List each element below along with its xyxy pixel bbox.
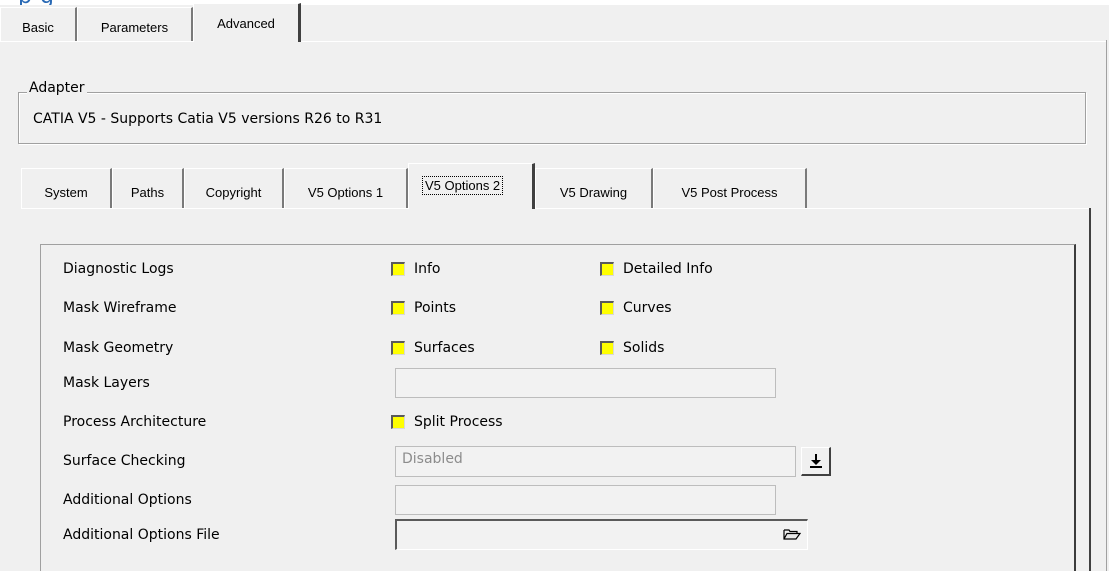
- label-mask-geometry: Mask Geometry: [63, 340, 174, 356]
- tab-parameters-label: Parameters: [100, 20, 169, 35]
- mask-layers-input[interactable]: [395, 368, 776, 398]
- checkbox-info[interactable]: Info: [391, 261, 441, 277]
- surface-checking-select[interactable]: Disabled: [395, 446, 796, 477]
- sub-tab-baseline-right: [535, 208, 1090, 209]
- checkbox-split-process-box[interactable]: [391, 415, 405, 429]
- tab-v5-post-process-label: V5 Post Process: [681, 185, 778, 200]
- cropped-header-sliver: p g: [0, 0, 1109, 5]
- checkbox-solids-label: Solids: [623, 340, 665, 356]
- adapter-legend: Adapter: [27, 80, 87, 96]
- checkbox-solids-box[interactable]: [600, 341, 614, 355]
- additional-options-file-input[interactable]: [395, 519, 808, 550]
- tab-basic[interactable]: Basic: [0, 7, 77, 41]
- tab-advanced-label: Advanced: [217, 16, 275, 31]
- checkbox-points[interactable]: Points: [391, 300, 456, 316]
- tab-paths[interactable]: Paths: [112, 168, 184, 208]
- checkbox-detailed-info-box[interactable]: [600, 262, 614, 276]
- checkbox-surfaces[interactable]: Surfaces: [391, 340, 475, 356]
- checkbox-points-box[interactable]: [391, 301, 405, 315]
- checkbox-surfaces-box[interactable]: [391, 341, 405, 355]
- checkbox-solids[interactable]: Solids: [600, 340, 664, 356]
- down-arrow-bar-icon: [809, 454, 822, 468]
- sub-tab-baseline: [21, 208, 408, 209]
- top-tab-baseline: [0, 41, 193, 42]
- tab-parameters[interactable]: Parameters: [77, 7, 193, 41]
- tab-system-label: System: [44, 185, 88, 200]
- surface-checking-dropdown-button[interactable]: [801, 447, 831, 476]
- tab-v5-options-1[interactable]: V5 Options 1: [284, 168, 408, 208]
- checkbox-curves-label: Curves: [623, 300, 672, 316]
- checkbox-detailed-info-label: Detailed Info: [623, 261, 713, 277]
- tab-v5-options-2[interactable]: V5 Options 2: [408, 163, 535, 209]
- checkbox-split-process-label: Split Process: [414, 414, 503, 430]
- outer-panel-edge: [1106, 40, 1107, 571]
- tab-advanced[interactable]: Advanced: [193, 3, 301, 42]
- tab-system[interactable]: System: [21, 168, 112, 208]
- label-surface-checking: Surface Checking: [63, 453, 186, 469]
- checkbox-detailed-info[interactable]: Detailed Info: [600, 261, 713, 277]
- checkbox-info-box[interactable]: [391, 262, 405, 276]
- checkbox-points-label: Points: [414, 300, 457, 316]
- additional-options-input[interactable]: [395, 485, 776, 515]
- label-diagnostic-logs: Diagnostic Logs: [63, 261, 174, 277]
- checkbox-curves[interactable]: Curves: [600, 300, 672, 316]
- adapter-description: CATIA V5 - Supports Catia V5 versions R2…: [33, 111, 383, 127]
- label-additional-options-file: Additional Options File: [63, 527, 220, 543]
- checkbox-info-label: Info: [414, 261, 441, 277]
- tab-basic-label: Basic: [22, 20, 54, 35]
- label-additional-options: Additional Options: [63, 492, 192, 508]
- surface-checking-value: Disabled: [402, 451, 463, 467]
- sub-panel-edge: [1089, 208, 1091, 571]
- folder-open-icon[interactable]: [783, 527, 802, 541]
- label-mask-layers: Mask Layers: [63, 375, 150, 391]
- top-tab-baseline-right: [301, 41, 1106, 42]
- label-process-architecture: Process Architecture: [63, 414, 207, 430]
- checkbox-split-process[interactable]: Split Process: [391, 414, 503, 430]
- checkbox-surfaces-label: Surfaces: [414, 340, 475, 356]
- checkbox-curves-box[interactable]: [600, 301, 614, 315]
- cropped-header-text: p g: [18, 0, 54, 5]
- tab-copyright-label: Copyright: [205, 185, 262, 200]
- label-mask-wireframe: Mask Wireframe: [63, 300, 177, 316]
- tab-copyright[interactable]: Copyright: [184, 168, 284, 208]
- tab-v5-drawing-label: V5 Drawing: [559, 185, 628, 200]
- tab-v5-options-2-label: V5 Options 2: [422, 176, 504, 195]
- tab-v5-drawing[interactable]: V5 Drawing: [535, 168, 653, 208]
- tab-v5-options-1-label: V5 Options 1: [307, 185, 384, 200]
- tab-v5-post-process[interactable]: V5 Post Process: [653, 168, 807, 208]
- tab-paths-label: Paths: [130, 185, 165, 200]
